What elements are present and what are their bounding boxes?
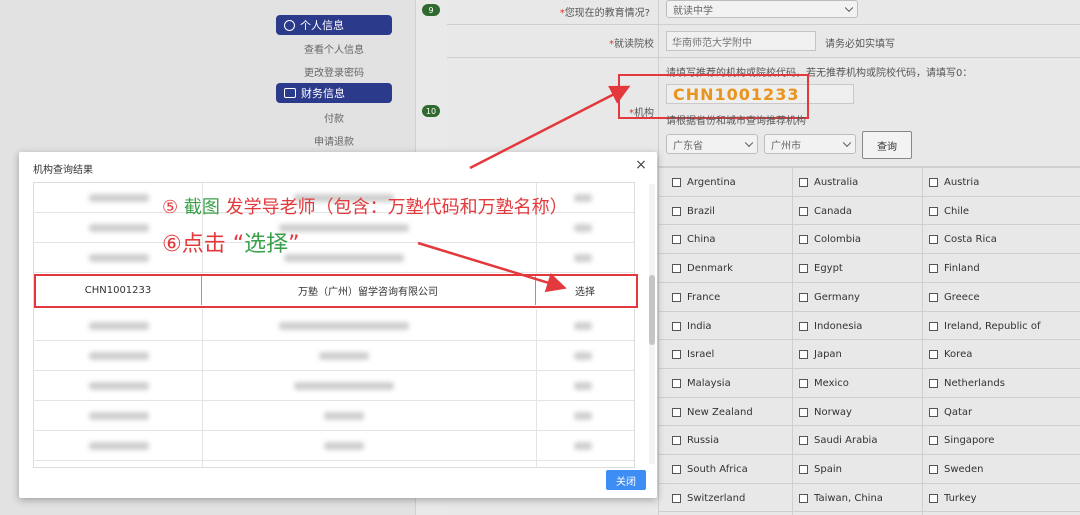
- arrow-to-agency-code: [469, 85, 631, 170]
- annotation-arrows: [417, 85, 631, 293]
- arrow-to-select-link: [417, 241, 567, 293]
